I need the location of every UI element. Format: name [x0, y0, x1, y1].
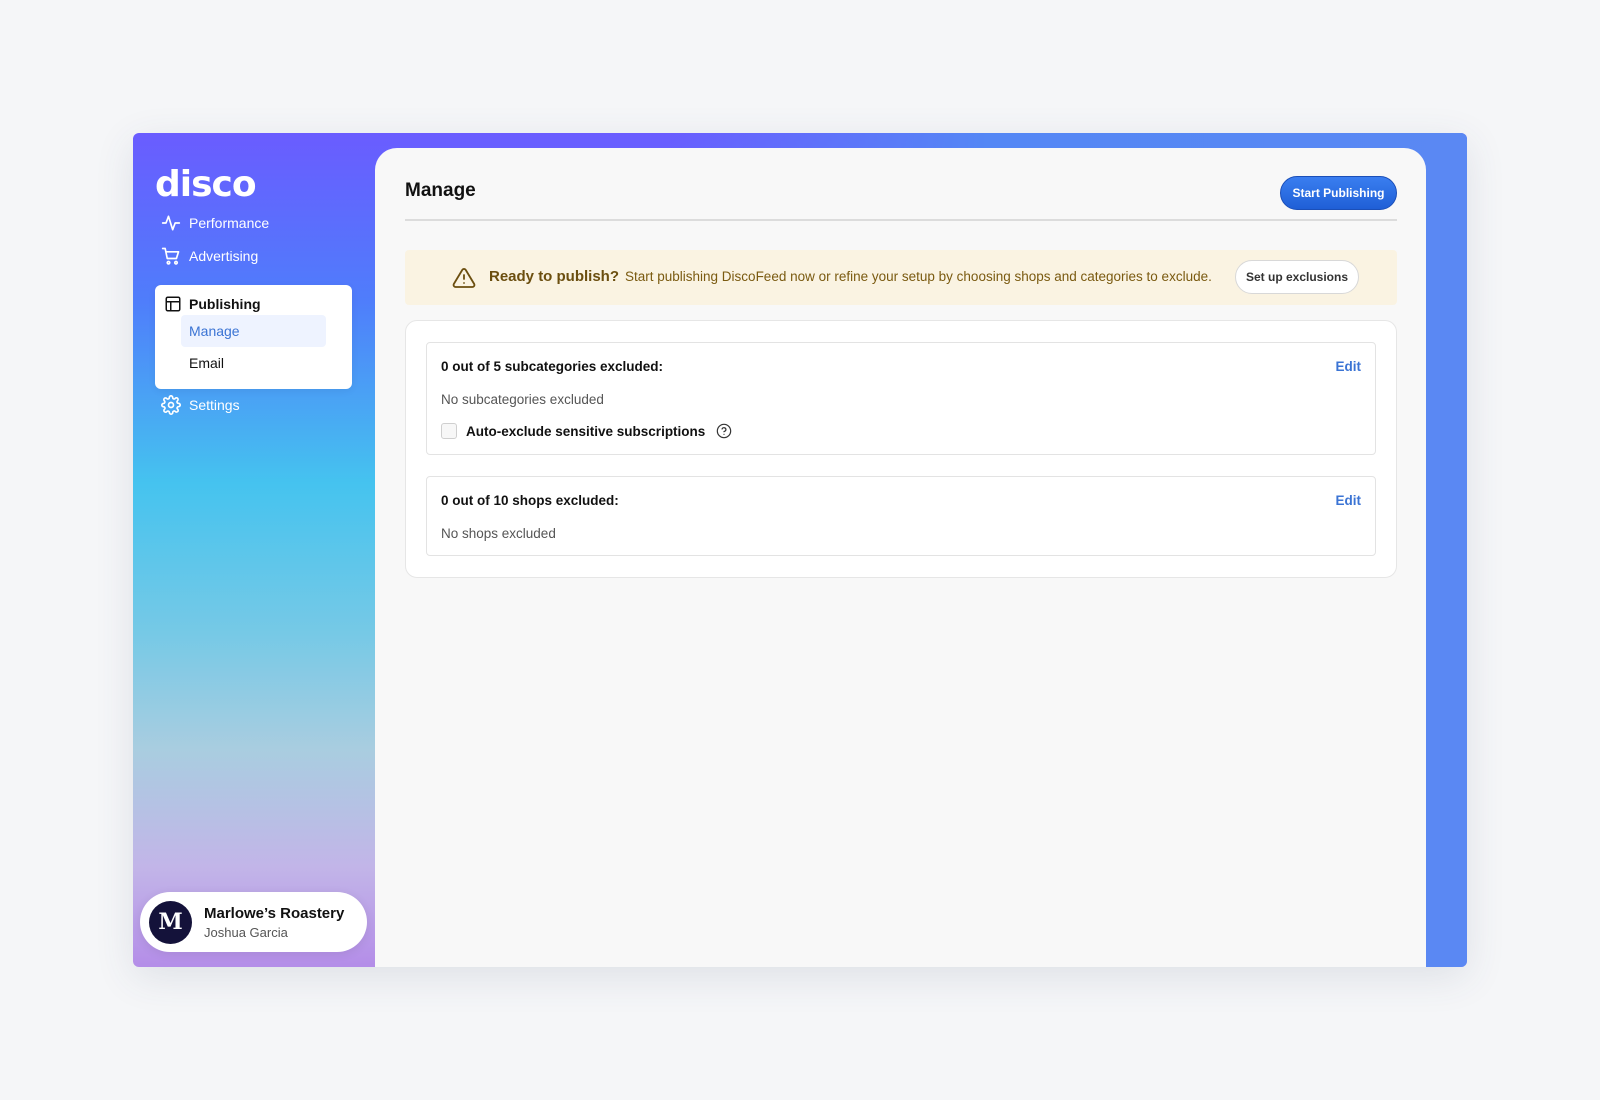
- sidebar-item-label: Performance: [189, 215, 270, 231]
- auto-exclude-checkbox[interactable]: [441, 423, 457, 439]
- subcategories-card: 0 out of 5 subcategories excluded: Edit …: [426, 342, 1376, 455]
- sidebar-group-publishing: Publishing Manage Email: [155, 285, 352, 389]
- exclusions-card: 0 out of 5 subcategories excluded: Edit …: [405, 320, 1397, 578]
- shops-status: No shops excluded: [441, 526, 556, 541]
- shops-heading: 0 out of 10 shops excluded:: [441, 493, 619, 508]
- sidebar-item-label: Publishing: [189, 296, 261, 312]
- subcategories-heading: 0 out of 5 subcategories excluded:: [441, 359, 664, 374]
- avatar: M: [149, 900, 192, 944]
- account-name: Marlowe’s Roastery: [204, 904, 345, 922]
- subcategories-status: No subcategories excluded: [441, 392, 604, 407]
- cart-icon: [161, 247, 180, 265]
- start-publishing-button[interactable]: Start Publishing: [1280, 176, 1397, 210]
- account-user: Joshua Garcia: [204, 924, 288, 940]
- disco-logo[interactable]: disco: [155, 163, 257, 205]
- sidebar: disco Performance Advertising Publishing…: [133, 133, 375, 967]
- title-divider: [405, 219, 1397, 221]
- sidebar-item-label: Settings: [189, 397, 240, 413]
- warning-icon: [452, 268, 476, 288]
- sidebar-item-settings[interactable]: Settings: [161, 392, 240, 418]
- main-content: Manage Start Publishing Ready to publish…: [375, 148, 1426, 967]
- edit-shops-link[interactable]: Edit: [1336, 493, 1362, 508]
- sidebar-item-advertising[interactable]: Advertising: [161, 243, 258, 269]
- alert-title: Ready to publish?: [489, 268, 620, 285]
- edit-subcategories-link[interactable]: Edit: [1336, 359, 1362, 374]
- sidebar-item-publishing[interactable]: Publishing: [164, 293, 261, 315]
- sidebar-item-label: Advertising: [189, 248, 259, 264]
- layout-icon: [165, 296, 181, 312]
- help-circle-icon[interactable]: [716, 423, 732, 439]
- account-switcher[interactable]: M Marlowe’s Roastery Joshua Garcia: [140, 892, 367, 952]
- shops-card: 0 out of 10 shops excluded: Edit No shop…: [426, 476, 1376, 556]
- sidebar-item-performance[interactable]: Performance: [161, 210, 269, 236]
- set-up-exclusions-button[interactable]: Set up exclusions: [1235, 260, 1359, 294]
- logo-text: disco: [155, 163, 257, 205]
- auto-exclude-label[interactable]: Auto-exclude sensitive subscriptions: [466, 424, 705, 439]
- auto-exclude-row: Auto-exclude sensitive subscriptions: [441, 423, 732, 439]
- alert-text: Start publishing DiscoFeed now or refine…: [625, 269, 1212, 284]
- sidebar-subitem-email[interactable]: Email: [181, 347, 326, 379]
- activity-icon: [161, 215, 181, 231]
- account-info: Marlowe’s Roastery Joshua Garcia: [204, 905, 344, 940]
- sidebar-subitem-manage[interactable]: Manage: [181, 315, 326, 347]
- gear-icon: [161, 395, 181, 415]
- app-window: disco Performance Advertising Publishing…: [133, 133, 1467, 967]
- publish-alert: Ready to publish? Start publishing Disco…: [405, 250, 1397, 305]
- page-title: Manage: [405, 180, 476, 201]
